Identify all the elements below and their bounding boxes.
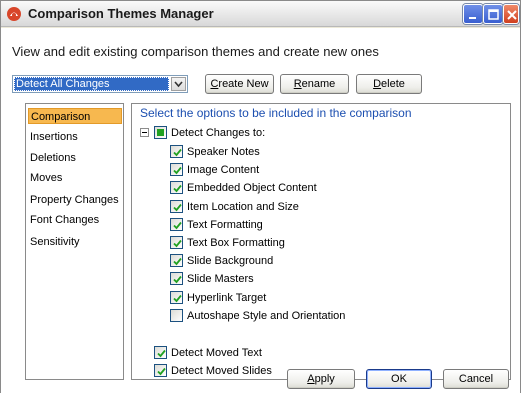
checkmark-icon [173, 258, 182, 266]
dialog-description: View and edit existing comparison themes… [12, 44, 379, 59]
rename-label-rest: ename [301, 78, 336, 90]
checkmark-icon [173, 185, 182, 193]
checkmark-icon [157, 349, 166, 358]
tree-row-option: Image Content [170, 163, 470, 179]
chevron-down-icon [174, 81, 183, 88]
title-bar[interactable]: Comparison Themes Manager [1, 1, 520, 27]
option-checkbox[interactable] [170, 272, 183, 286]
option-checkbox[interactable] [170, 181, 183, 195]
options-heading: Select the options to be included in the… [140, 106, 412, 120]
category-item-deletions[interactable]: Deletions [28, 150, 122, 166]
option-label: Hyperlink Target [187, 291, 267, 304]
tree-row-detect-moved-text: Detect Moved Text [154, 346, 454, 362]
category-item-comparison[interactable]: Comparison [28, 108, 122, 124]
rename-button[interactable]: Rename [280, 74, 349, 94]
category-item-property-changes[interactable]: Property Changes [28, 192, 122, 208]
option-label: Slide Masters [187, 273, 254, 286]
detect-changes-checkbox[interactable] [154, 126, 167, 139]
option-checkbox[interactable] [170, 145, 183, 158]
options-panel: Select the options to be included in the… [131, 103, 511, 380]
collapse-toggle[interactable] [140, 128, 149, 137]
tree-row-option: Speaker Notes [170, 145, 470, 161]
app-logo-icon [7, 7, 21, 21]
checkmark-icon [173, 221, 182, 230]
tree-row-option: Slide Background [170, 254, 470, 270]
category-list[interactable]: Comparison Insertions Deletions Moves Pr… [25, 103, 124, 380]
tree-row-option: Item Location and Size [170, 199, 470, 216]
theme-select-value: Detect All Changes [14, 77, 169, 91]
tree-row-option: Text Formatting [170, 217, 470, 234]
maximize-button[interactable] [483, 4, 503, 24]
option-label: Item Location and Size [187, 200, 299, 213]
category-item-insertions[interactable]: Insertions [28, 129, 122, 145]
tree-row-detect-changes: Detect Changes to: [140, 126, 440, 142]
option-label: Image Content [187, 164, 260, 177]
option-label: Speaker Notes [187, 146, 260, 158]
checkmark-icon [173, 148, 182, 157]
checkmark-icon [173, 294, 182, 302]
checkmark-icon [157, 367, 166, 376]
dialog-content: View and edit existing comparison themes… [1, 28, 520, 394]
category-item-sensitivity[interactable]: Sensitivity [28, 234, 122, 250]
tree-row-option: Autoshape Style and Orientation [170, 308, 470, 325]
detect-moved-text-label: Detect Moved Text [171, 347, 262, 359]
minimize-button[interactable] [463, 4, 483, 24]
maximize-icon [488, 9, 499, 20]
option-checkbox[interactable] [170, 163, 183, 177]
create-new-button[interactable]: Create New [205, 74, 274, 94]
apply-label-rest: pply [314, 373, 335, 385]
option-label: Slide Background [187, 255, 274, 268]
tree-row-option: Text Box Formatting [170, 236, 470, 252]
detect-moved-slides-label: Detect Moved Slides [171, 365, 272, 377]
comparison-themes-window: Comparison Themes Manager View and edit … [0, 0, 521, 394]
checkmark-icon [173, 239, 182, 248]
tree-row-option: Embedded Object Content [170, 181, 470, 197]
rename-mnemonic: R [293, 78, 302, 90]
detect-moved-slides-checkbox[interactable] [154, 364, 167, 377]
delete-button[interactable]: Delete [356, 74, 422, 94]
create-new-label-rest: reate New [218, 78, 269, 90]
apply-mnemonic: A [307, 373, 315, 385]
apply-button[interactable]: Apply [287, 369, 355, 389]
option-checkbox[interactable] [170, 308, 183, 322]
checkmark-icon [173, 276, 182, 284]
close-button[interactable] [503, 4, 519, 24]
tree-row-option: Slide Masters [170, 272, 470, 288]
checkmark-icon [173, 203, 182, 211]
category-item-moves[interactable]: Moves [28, 170, 122, 186]
detect-moved-text-checkbox[interactable] [154, 346, 167, 359]
option-label: Embedded Object Content [187, 182, 317, 195]
category-item-font-changes[interactable]: Font Changes [28, 212, 122, 228]
cancel-button[interactable]: Cancel [443, 369, 509, 389]
option-checkbox[interactable] [170, 254, 183, 268]
ok-button[interactable]: OK [366, 369, 432, 389]
option-label: Text Box Formatting [187, 237, 285, 249]
theme-select[interactable]: Detect All Changes [12, 75, 188, 93]
close-icon [507, 10, 517, 20]
detect-changes-label: Detect Changes to: [171, 127, 266, 139]
option-checkbox[interactable] [170, 290, 183, 304]
delete-mnemonic: D [373, 78, 382, 90]
window-title: Comparison Themes Manager [28, 6, 214, 21]
minimize-icon [469, 17, 476, 19]
option-checkbox[interactable] [170, 217, 183, 231]
option-checkbox[interactable] [170, 236, 183, 249]
delete-label-rest: elete [381, 78, 405, 90]
dropdown-arrow-button[interactable] [171, 77, 186, 91]
option-checkbox[interactable] [170, 199, 183, 213]
option-label: Autoshape Style and Orientation [187, 309, 346, 322]
checkmark-icon [173, 167, 182, 175]
option-label: Text Formatting [187, 218, 263, 231]
tree-row-option: Hyperlink Target [170, 290, 470, 307]
